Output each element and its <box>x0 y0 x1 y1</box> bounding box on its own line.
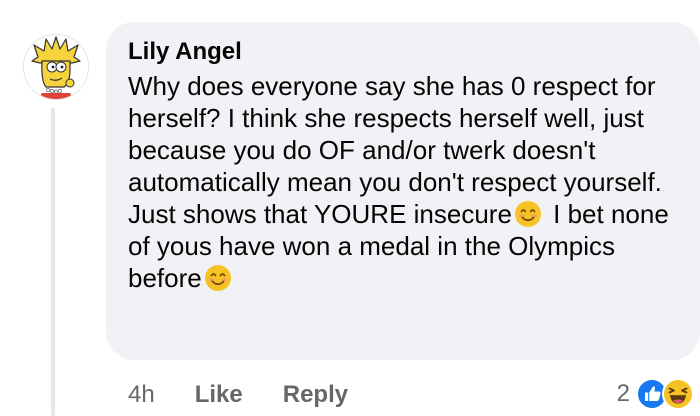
comment-bubble: Lily Angel Why does everyone say she has… <box>106 22 700 360</box>
comment-author[interactable]: Lily Angel <box>128 36 676 68</box>
reaction-summary[interactable]: 2 <box>617 376 694 412</box>
avatar-cartoon-icon <box>24 35 88 99</box>
thread-line <box>51 108 55 416</box>
reaction-count: 2 <box>616 380 630 407</box>
like-button[interactable]: Like <box>195 381 243 409</box>
haha-icon <box>662 378 694 410</box>
avatar[interactable] <box>23 34 89 100</box>
reply-button[interactable]: Reply <box>283 381 348 409</box>
comment-thread: Lily Angel Why does everyone say she has… <box>0 0 700 416</box>
smiling-face-emoji-icon <box>514 200 542 228</box>
comment-text: Why does everyone say she has 0 respect … <box>128 70 676 294</box>
comment-timestamp[interactable]: 4h <box>128 381 155 409</box>
comment-actions: 4h Like Reply <box>128 378 388 412</box>
smiling-face-emoji-icon <box>204 264 232 292</box>
